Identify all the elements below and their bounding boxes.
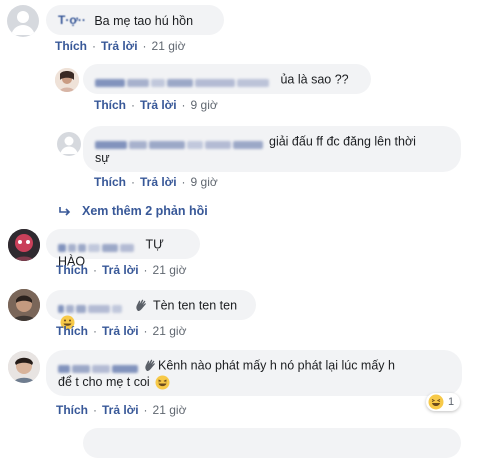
comment-bubble: Kênh nào phát mấy h nó phát lại lúc mấy … <box>46 350 462 396</box>
reply-actions: Thích · Trả lời · 9 giờ <box>94 175 218 189</box>
comment-author-blurred[interactable] <box>58 360 140 373</box>
comment-author[interactable]: T·ợ·· <box>58 13 86 27</box>
reply-link[interactable]: Trả lời <box>102 403 139 417</box>
timestamp[interactable]: 21 giờ <box>153 403 187 417</box>
comment-bubble: Tèn ten ten ten <box>46 290 256 330</box>
timestamp[interactable]: 9 giờ <box>191 175 218 189</box>
avatar[interactable] <box>8 229 40 261</box>
like-link[interactable]: Thích <box>56 263 88 277</box>
reply-link[interactable]: Trả lời <box>102 324 139 338</box>
comment-bubble: T·ợ·· Ba mẹ tao hú hồn <box>46 5 224 35</box>
reply-link[interactable]: Trả lời <box>101 39 138 53</box>
reply-link[interactable]: Trả lời <box>140 175 177 189</box>
reply-text-line1: giải đấu ff đc đăng lên thời <box>269 134 416 149</box>
reply-text-line2: sự <box>95 150 110 165</box>
default-avatar-icon <box>60 136 78 154</box>
wave-hand-icon <box>145 359 155 372</box>
avatar[interactable] <box>57 132 81 156</box>
reply-link[interactable]: Trả lời <box>102 263 139 277</box>
timestamp[interactable]: 21 giờ <box>152 39 186 53</box>
reaction-count-badge[interactable]: 1 <box>426 393 460 411</box>
avatar[interactable] <box>7 5 39 37</box>
haha-reaction-icon <box>428 394 444 410</box>
comment-actions: Thích · Trả lời · 21 giờ <box>56 324 187 338</box>
comment-text-line1: Kênh nào phát mấy h nó phát lại lúc mấy … <box>158 358 395 373</box>
like-link[interactable]: Thích <box>55 39 87 53</box>
wave-hand-icon <box>136 299 147 312</box>
user-photo-icon <box>8 289 40 321</box>
reply-bubble: giải đấu ff đc đăng lên thời sự <box>83 126 461 172</box>
reaction-count: 1 <box>448 396 455 408</box>
view-more-label: Xem thêm 2 phản hồi <box>82 204 208 218</box>
like-link[interactable]: Thích <box>94 175 126 189</box>
user-photo-icon <box>8 229 40 261</box>
avatar[interactable] <box>8 289 40 321</box>
reply-arrow-icon <box>59 206 71 216</box>
reply-actions: Thích · Trả lời · 9 giờ <box>94 98 218 112</box>
avatar[interactable] <box>55 68 79 92</box>
comment-actions: Thích · Trả lời · 21 giờ <box>55 39 186 53</box>
timestamp[interactable]: 21 giờ <box>153 263 187 277</box>
user-photo-icon <box>8 351 40 383</box>
reply-author-blurred[interactable] <box>95 74 271 87</box>
comment-text: Ba mẹ tao hú hồn <box>94 13 194 28</box>
comment-actions: Thích · Trả lời · 21 giờ <box>56 263 187 277</box>
user-photo-icon <box>55 68 79 92</box>
like-link[interactable]: Thích <box>94 98 126 112</box>
default-avatar-icon <box>11 11 35 35</box>
reply-bubble: ủa là sao ?? <box>83 64 371 94</box>
comment-actions: Thích · Trả lời · 21 giờ <box>56 403 187 417</box>
reply-text: ủa là sao ?? <box>280 72 349 87</box>
like-link[interactable]: Thích <box>56 403 88 417</box>
laughing-emoji-icon <box>155 375 170 390</box>
comment-author-blurred[interactable] <box>58 239 136 252</box>
reply-author-blurred[interactable] <box>95 136 265 149</box>
view-more-replies-link[interactable]: Xem thêm 2 phản hồi <box>58 203 208 219</box>
reply-bubble-partial <box>83 428 461 458</box>
comment-author-blurred[interactable] <box>58 300 124 313</box>
like-link[interactable]: Thích <box>56 324 88 338</box>
comment-text-line2: để t cho mẹ t coi <box>58 374 150 389</box>
reply-link[interactable]: Trả lời <box>140 98 177 112</box>
comment-text: Tèn ten ten ten <box>152 298 238 313</box>
avatar[interactable] <box>8 351 40 383</box>
timestamp[interactable]: 21 giờ <box>153 324 187 338</box>
comment-bubble: TỰ HÀO <box>46 229 200 268</box>
timestamp[interactable]: 9 giờ <box>191 98 218 112</box>
